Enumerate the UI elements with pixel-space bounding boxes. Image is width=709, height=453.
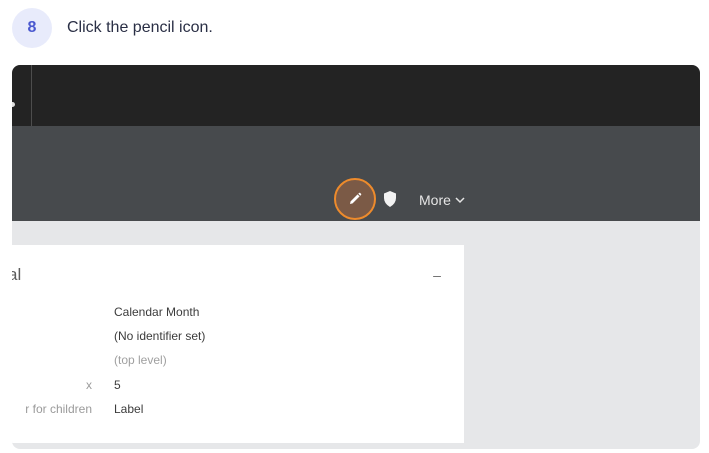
nav-divider bbox=[31, 65, 32, 126]
screenshot-frame: More al – Calendar Month (No identifier … bbox=[12, 65, 700, 449]
property-row: r for children Label bbox=[12, 399, 464, 419]
property-row: Calendar Month bbox=[12, 302, 464, 322]
panel-title: al bbox=[12, 265, 22, 284]
property-value: (No identifier set) bbox=[114, 329, 206, 343]
more-menu-button[interactable]: More bbox=[419, 190, 465, 210]
step-number-badge: 8 bbox=[12, 8, 52, 48]
property-value: Calendar Month bbox=[114, 305, 200, 319]
property-row: x 5 bbox=[12, 375, 464, 395]
property-label: r for children bbox=[25, 402, 92, 416]
chevron-down-icon bbox=[455, 197, 465, 204]
property-value: 5 bbox=[114, 378, 121, 392]
edit-button[interactable] bbox=[334, 178, 376, 220]
property-value: Label bbox=[114, 402, 144, 416]
record-toolbar: More bbox=[12, 126, 700, 221]
property-label: x bbox=[86, 378, 92, 392]
top-navigation-bar bbox=[12, 65, 700, 126]
shield-icon bbox=[384, 191, 396, 207]
step-instruction: Click the pencil icon. bbox=[67, 19, 213, 36]
menu-dot-icon bbox=[12, 102, 15, 107]
collapse-button[interactable]: – bbox=[431, 265, 443, 285]
permissions-button[interactable] bbox=[383, 190, 397, 208]
more-label: More bbox=[419, 192, 451, 208]
property-row: (top level) bbox=[12, 350, 464, 370]
general-properties-panel: al – Calendar Month (No identifier set) … bbox=[12, 245, 464, 443]
pencil-icon bbox=[350, 192, 362, 204]
property-value: (top level) bbox=[114, 353, 167, 367]
property-row: (No identifier set) bbox=[12, 326, 464, 346]
